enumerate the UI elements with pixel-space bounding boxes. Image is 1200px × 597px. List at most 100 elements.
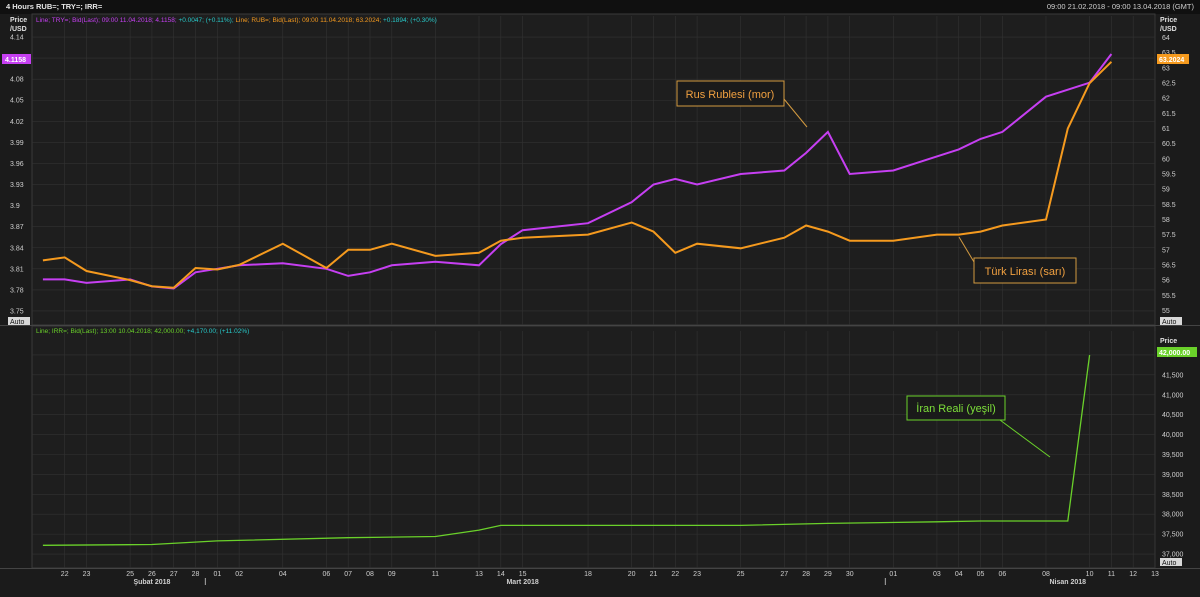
legend-try: Line; TRY=; Bid(Last); 09:00 11.04.2018;… [36,17,177,24]
left-tick-label: 4.14 [10,35,24,42]
x-tick-label: 01 [213,571,221,578]
svg-text:Line; IRR=; Bid(Last); 13:00 1: Line; IRR=; Bid(Last); 13:00 10.04.2018;… [36,328,249,335]
left-axis-title-2: /USD [10,26,27,33]
svg-text:Auto: Auto [1162,560,1177,567]
svg-text:Auto: Auto [1162,319,1177,326]
panel2-tick-label: 39,000 [1162,472,1184,479]
x-tick-label: 21 [650,571,658,578]
panel2-tick-label: 41,000 [1162,392,1184,399]
x-tick-label: 25 [737,571,745,578]
left-tick-label: 3.87 [10,224,24,231]
volume-panel[interactable] [31,325,1156,569]
right-axis-title-1: Price [1160,17,1177,24]
right-axis-title-2: /USD [1160,26,1177,33]
panel2-axis-title: Price [1160,338,1177,345]
left-tick-label: 4.02 [10,119,24,126]
left-tick-label: 4.05 [10,98,24,105]
right-tick-label: 58.5 [1162,202,1176,209]
chart-canvas[interactable]: Line; TRY=; Bid(Last); 09:00 11.04.2018;… [0,0,1200,597]
panel2-tick-label: 37,000 [1162,552,1184,559]
left-tick-label: 3.9 [10,203,20,210]
auto-button-panel2[interactable]: Auto [1160,558,1182,567]
right-tick-label: 57 [1162,247,1170,254]
right-tick-label: 60 [1162,156,1170,163]
x-tick-label: 04 [955,571,963,578]
x-tick-label: 12 [1129,571,1137,578]
right-tick-label: 64 [1162,35,1170,42]
panel2-tick-label: 41,500 [1162,372,1184,379]
auto-button-right[interactable]: Auto [1160,317,1182,326]
x-tick-label: 28 [802,571,810,578]
svg-text:63.2024: 63.2024 [1159,57,1184,64]
x-tick-label: 22 [671,571,679,578]
svg-text:Line; TRY=; Bid(Last); 09:00 1: Line; TRY=; Bid(Last); 09:00 11.04.2018;… [36,17,437,24]
right-tick-label: 56.5 [1162,262,1176,269]
right-tick-label: 59 [1162,187,1170,194]
x-tick-label: 18 [584,571,592,578]
right-tick-label: 55.5 [1162,293,1176,300]
x-tick-label: 07 [344,571,352,578]
x-month-label: Nisan 2018 [1049,579,1086,586]
panel2-tick-label: 40,500 [1162,412,1184,419]
svg-text:4.1158: 4.1158 [5,57,26,64]
x-tick-label: 06 [998,571,1006,578]
x-tick-label: 15 [519,571,527,578]
legend-rub: Line; RUB=; Bid(Last); 09:00 11.04.2018;… [235,17,381,24]
left-tick-label: 4.08 [10,77,24,84]
right-tick-label: 58 [1162,217,1170,224]
x-tick-label: 10 [1086,571,1094,578]
x-tick-label: 22 [61,571,69,578]
left-tick-label: 3.78 [10,287,24,294]
legend-irr: Line; IRR=; Bid(Last); 13:00 10.04.2018;… [36,328,185,335]
right-tick-label: 61 [1162,126,1170,133]
panel2-current-tag: 42,000.00 [1157,347,1197,357]
right-tick-label: 62.5 [1162,81,1176,88]
auto-button-left[interactable]: Auto [8,317,30,326]
x-month-label: Mart 2018 [506,579,538,586]
x-tick-label: 14 [497,571,505,578]
x-tick-label: 04 [279,571,287,578]
x-tick-label: 13 [475,571,483,578]
x-tick-label: 27 [780,571,788,578]
x-tick-label: 23 [693,571,701,578]
x-tick-label: 25 [126,571,134,578]
x-tick-label: 23 [83,571,91,578]
left-tick-label: 3.81 [10,266,24,273]
right-tick-label: 62 [1162,96,1170,103]
x-tick-label: 05 [977,571,985,578]
right-tick-label: 61.5 [1162,111,1176,118]
svg-text:Türk Lirası (sarı): Türk Lirası (sarı) [985,266,1066,278]
right-tick-label: 63 [1162,65,1170,72]
x-tick-label: 26 [148,571,156,578]
x-tick-label: 30 [846,571,854,578]
right-tick-label: 57.5 [1162,232,1176,239]
right-tick-label: 56 [1162,278,1170,285]
right-tick-label: 59.5 [1162,172,1176,179]
x-month-label: Şubat 2018 [133,579,170,586]
x-tick-label: 29 [824,571,832,578]
x-tick-label: 11 [432,571,439,578]
right-tick-label: 55 [1162,308,1170,315]
x-tick-label: 06 [322,571,330,578]
legend-irr-change: +4,170.00; (+11.02%) [187,328,249,335]
x-tick-label: 02 [235,571,243,578]
x-tick-label: 11 [1108,571,1115,578]
left-axis-title-1: Price [10,17,27,24]
right-current-tag: 63.2024 [1157,54,1189,64]
panel2-tick-label: 39,500 [1162,452,1184,459]
left-tick-label: 3.96 [10,161,24,168]
panel2-tick-label: 38,500 [1162,492,1184,499]
x-tick-label: 01 [889,571,897,578]
panel2-tick-label: 40,000 [1162,432,1184,439]
svg-text:42,000.00: 42,000.00 [1159,350,1190,357]
left-tick-label: 3.99 [10,140,24,147]
panel2-tick-label: 38,000 [1162,512,1184,519]
right-tick-label: 60.5 [1162,141,1176,148]
legend-try-change: +0.0047; (+0.11%); [178,17,233,24]
x-tick-label: 08 [1042,571,1050,578]
left-current-tag: 4.1158 [2,54,31,64]
svg-text:Auto: Auto [10,319,25,326]
left-tick-label: 3.84 [10,245,24,252]
left-tick-label: 3.75 [10,308,24,315]
x-tick-label: 27 [170,571,178,578]
